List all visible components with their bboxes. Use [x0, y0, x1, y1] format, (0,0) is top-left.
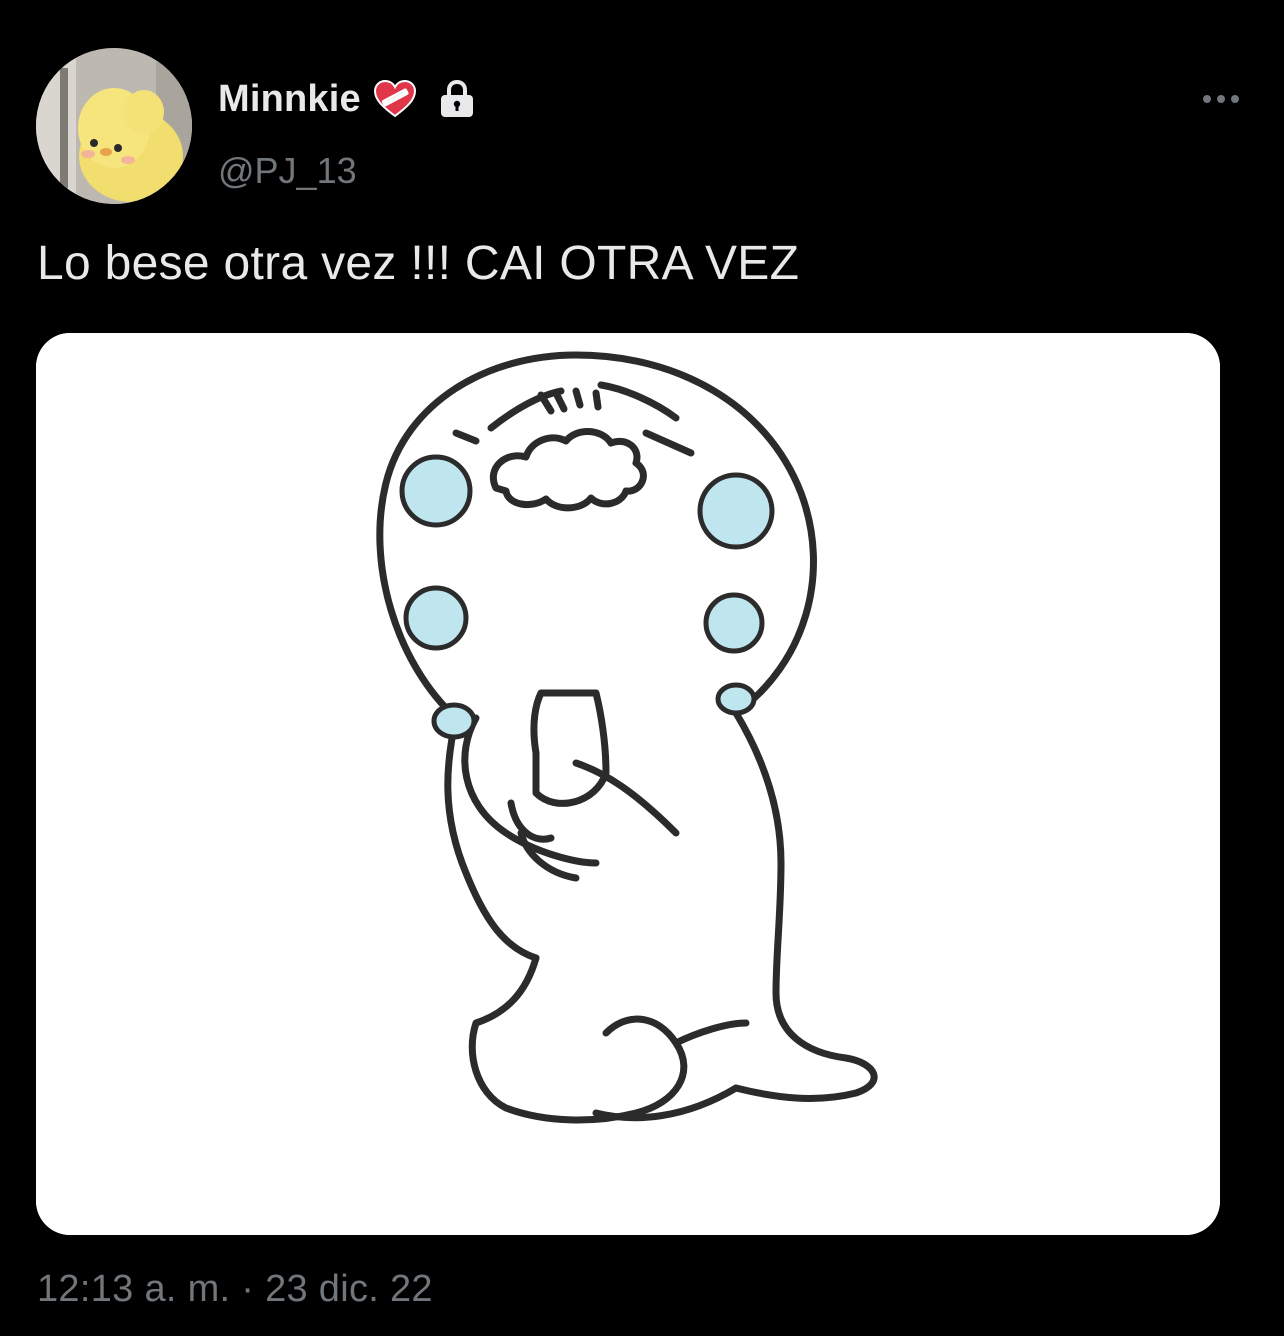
mending-heart-icon: [373, 79, 417, 119]
more-options-button[interactable]: [1196, 80, 1246, 120]
lock-icon: [435, 77, 479, 121]
display-name-row: Minnkie: [218, 74, 479, 124]
user-handle[interactable]: @PJ_13: [218, 150, 357, 192]
more-options-icon: [1201, 91, 1241, 109]
display-name[interactable]: Minnkie: [218, 78, 361, 121]
crying-kneeling-character-image: [36, 333, 1220, 1235]
tweet-text: Lo bese otra vez !!! CAI OTRA VEZ: [37, 237, 800, 290]
tweet-media-image[interactable]: [36, 333, 1220, 1235]
tweet-timestamp[interactable]: 12:13 a. m. · 23 dic. 22: [37, 1268, 433, 1311]
tweet-container: Minnkie @PJ_13 Lo bese otra vez !!! CAI …: [0, 0, 1284, 1336]
avatar[interactable]: [36, 48, 192, 204]
